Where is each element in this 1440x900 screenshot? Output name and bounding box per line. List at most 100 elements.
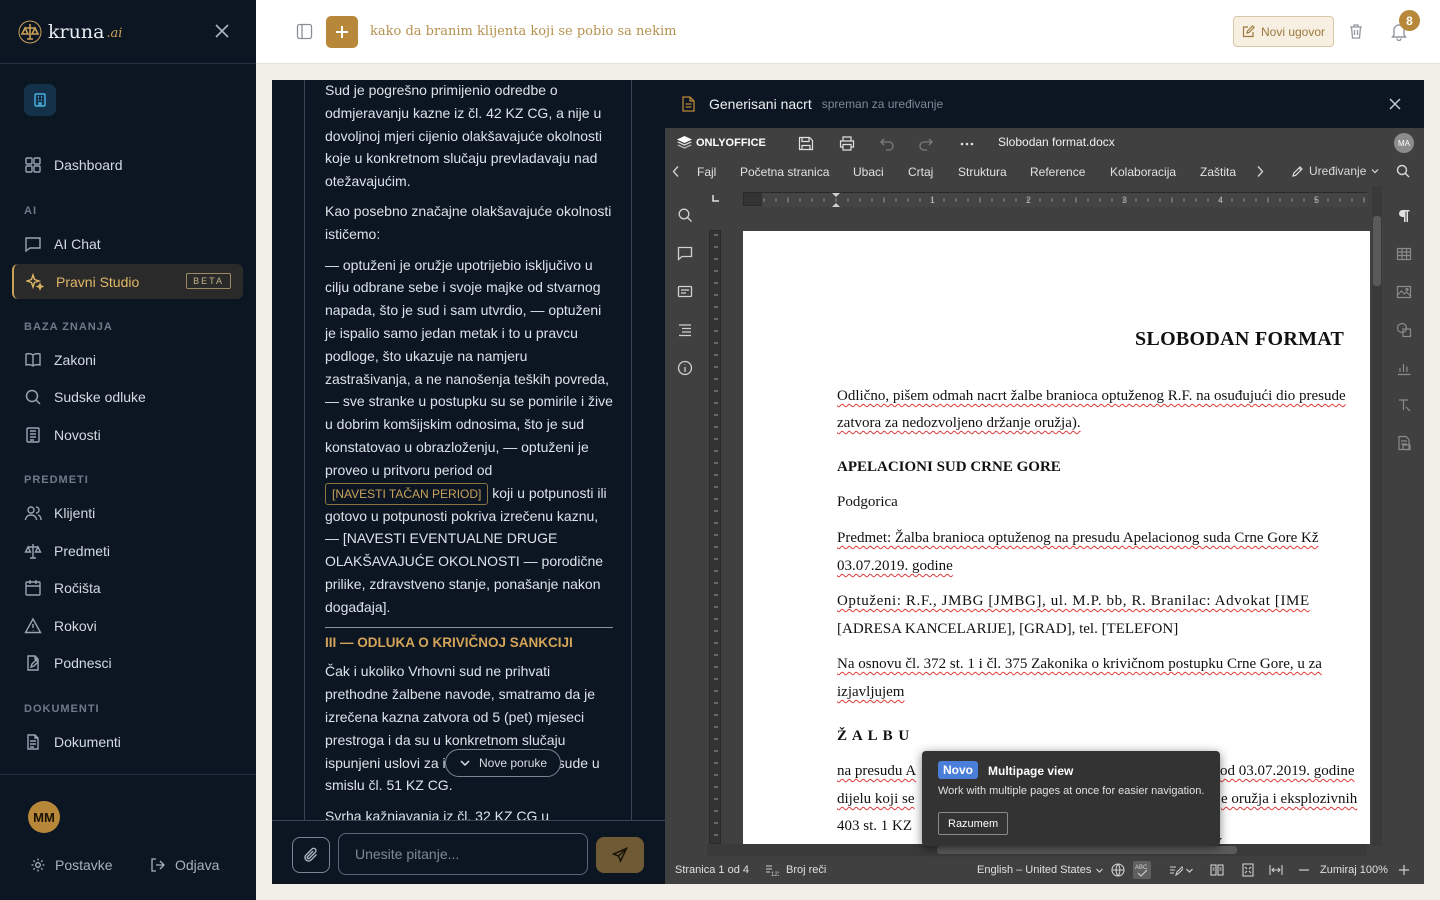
send-button[interactable] — [596, 837, 644, 873]
zoom-level[interactable]: Zumiraj 100% — [1320, 864, 1388, 876]
comment-icon[interactable] — [677, 245, 693, 261]
pencil-icon — [1291, 165, 1304, 178]
sidebar-item-predmeti[interactable]: Predmeti — [12, 533, 243, 569]
scrollbar-thumb[interactable] — [1373, 216, 1381, 286]
sidebar-item-dokumenti[interactable]: Dokumenti — [12, 724, 243, 760]
tab-struktura[interactable]: Struktura — [958, 165, 1007, 179]
sidebar-item-pravni-studio[interactable]: Pravni Studio BETA — [12, 264, 243, 299]
chat-icon[interactable] — [677, 284, 693, 300]
editing-mode-dropdown[interactable]: Uređivanje — [1291, 164, 1379, 178]
new-badge: Novo — [938, 761, 978, 779]
sidebar-item-novosti[interactable]: Novosti — [12, 417, 243, 453]
save-icon[interactable] — [798, 136, 814, 151]
mail-merge-icon[interactable] — [1396, 435, 1412, 451]
horizontal-ruler[interactable]: 1 2 3 4 5 — [743, 192, 1368, 207]
shapes-icon[interactable] — [1396, 322, 1412, 338]
new-contract-button[interactable]: Novi ugovor — [1233, 16, 1334, 47]
settings-button[interactable]: Postavke — [30, 857, 113, 873]
document-title: SLOBODAN FORMAT — [1135, 328, 1345, 350]
current-query-title: kako da branim klijenta koji se pobio sa… — [370, 24, 677, 39]
chat-paragraph: — optuženi je oružje upotrijebio isključ… — [325, 254, 613, 619]
sidebar-item-klijenti[interactable]: Klijenti — [12, 495, 243, 531]
chevron-down-icon[interactable] — [1095, 863, 1104, 877]
svg-text:2: 2 — [1026, 195, 1031, 205]
tab-zastita[interactable]: Zaštita — [1200, 165, 1236, 179]
vertical-scrollbar[interactable] — [1372, 186, 1382, 846]
fit-width-icon[interactable] — [1269, 863, 1283, 877]
chevron-down-icon — [459, 757, 471, 769]
left-tool-rail — [665, 186, 705, 852]
info-icon[interactable] — [677, 360, 693, 376]
panel-title: Generisani nacrt — [709, 96, 812, 112]
got-it-button[interactable]: Razumem — [938, 812, 1009, 835]
zoom-out-icon[interactable] — [1297, 863, 1311, 877]
language-selector[interactable]: English – United States — [977, 864, 1091, 876]
chevron-right-icon[interactable] — [1255, 165, 1265, 178]
tab-crtaj[interactable]: Crtaj — [908, 165, 933, 179]
svg-text:ABC: ABC — [1135, 865, 1148, 871]
print-icon[interactable] — [839, 136, 855, 151]
sidebar-item-zakoni[interactable]: Zakoni — [12, 342, 243, 378]
editing-mode-label: Uređivanje — [1309, 164, 1367, 178]
placeholder-tag: [NAVESTI TAČAN PERIOD] — [325, 482, 489, 505]
grid-icon — [24, 156, 42, 174]
table-icon[interactable] — [1396, 246, 1412, 262]
track-changes-icon[interactable] — [1169, 863, 1183, 877]
redo-icon[interactable] — [918, 136, 934, 151]
file-edit-icon — [24, 654, 42, 672]
globe-icon[interactable] — [1111, 863, 1125, 877]
sidebar-item-podnesci[interactable]: Podnesci — [12, 645, 243, 681]
headings-icon[interactable] — [677, 322, 693, 338]
chat-input[interactable] — [338, 833, 588, 875]
multipage-view-icon[interactable] — [1210, 863, 1224, 877]
trash-icon[interactable] — [1348, 23, 1364, 40]
spellcheck-icon[interactable]: ABC — [1133, 861, 1151, 879]
editor-status-bar: Stranica 1 od 4 123 Broj reči English – … — [665, 856, 1424, 884]
more-icon[interactable] — [959, 136, 975, 151]
new-messages-button[interactable]: Nove poruke — [445, 749, 562, 777]
tab-reference[interactable]: Reference — [1030, 165, 1085, 179]
avatar[interactable]: MA — [1394, 133, 1414, 153]
tab-fajl[interactable]: Fajl — [697, 165, 716, 179]
scrollbar-thumb[interactable] — [937, 846, 1237, 854]
document-line: izjavljujem — [837, 684, 905, 700]
new-chat-button[interactable] — [326, 16, 358, 48]
document-zalba-heading: Ž A L B U — [837, 728, 911, 744]
fit-page-icon[interactable] — [1241, 863, 1255, 877]
tab-pocetna[interactable]: Početna stranica — [740, 165, 829, 179]
word-count-button[interactable]: Broj reči — [786, 864, 826, 876]
chevron-left-icon[interactable] — [671, 165, 681, 178]
text-art-icon[interactable] — [1396, 397, 1412, 413]
tab-ubaci[interactable]: Ubaci — [853, 165, 884, 179]
document-line: 03.07.2019. godine — [837, 558, 953, 574]
vertical-ruler[interactable] — [709, 230, 721, 844]
image-icon[interactable] — [1396, 284, 1412, 300]
avatar[interactable]: MM — [28, 801, 60, 833]
sidebar-item-label: Dashboard — [54, 157, 123, 173]
sidebar-toggle-icon[interactable] — [296, 23, 313, 40]
sidebar-item-sudske-odluke[interactable]: Sudske odluke — [12, 379, 243, 415]
sidebar-item-ai-chat[interactable]: AI Chat — [12, 226, 243, 262]
tab-kolaboracija[interactable]: Kolaboracija — [1110, 165, 1176, 179]
new-contract-label: Novi ugovor — [1260, 24, 1326, 39]
attach-button[interactable] — [292, 837, 330, 873]
sidebar-item-rokovi[interactable]: Rokovi — [12, 608, 243, 644]
search-icon[interactable] — [677, 207, 693, 223]
logout-button[interactable]: Odjava — [150, 857, 219, 873]
sidebar-item-rocista[interactable]: Ročišta — [12, 570, 243, 606]
document-line: dijelu koji se — [837, 791, 915, 807]
chart-icon[interactable] — [1396, 360, 1412, 376]
users-icon — [24, 504, 42, 522]
chevron-down-icon[interactable] — [1185, 863, 1194, 877]
paragraph-icon[interactable] — [1396, 208, 1412, 224]
search-icon — [24, 388, 42, 406]
zoom-in-icon[interactable] — [1397, 863, 1411, 877]
close-icon[interactable] — [1388, 97, 1402, 111]
close-icon[interactable] — [214, 23, 230, 39]
page-indicator[interactable]: Stranica 1 od 4 — [675, 864, 749, 876]
sidebar-item-dashboard[interactable]: Dashboard — [12, 147, 243, 183]
search-icon[interactable] — [1396, 164, 1410, 178]
building-icon[interactable] — [24, 84, 56, 116]
undo-icon[interactable] — [879, 136, 895, 151]
tab-stop-icon[interactable] — [711, 193, 721, 203]
